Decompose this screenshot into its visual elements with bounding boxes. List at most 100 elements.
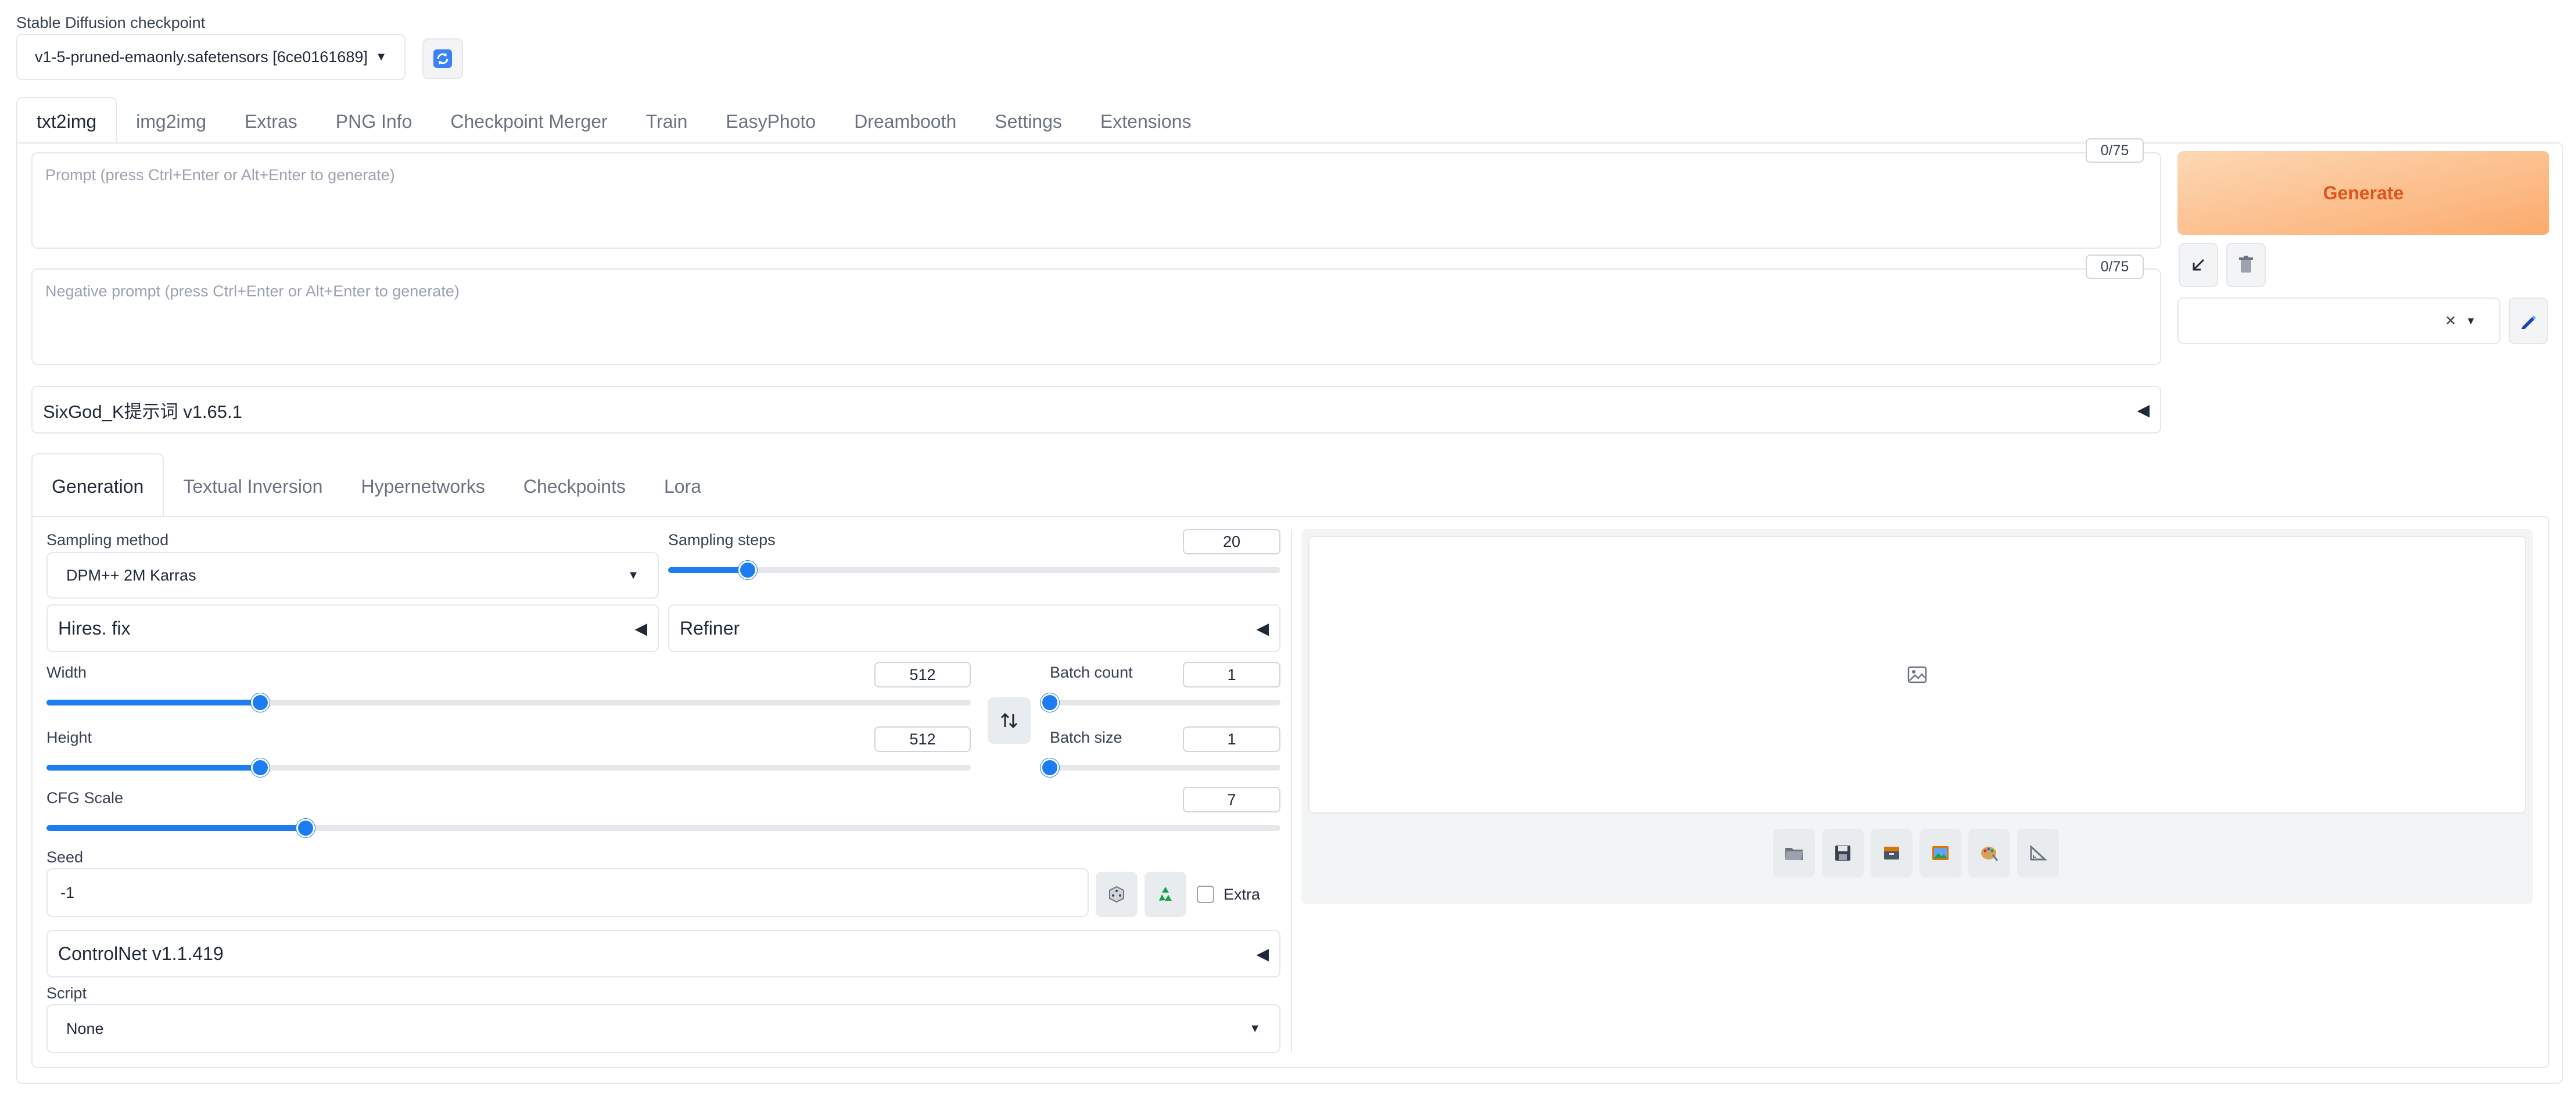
sampling-steps-slider[interactable]: [668, 561, 1280, 579]
send-to-img2img-button[interactable]: [1920, 829, 1961, 877]
clear-prompt-button[interactable]: [2226, 243, 2266, 287]
dice-icon: [1109, 886, 1124, 903]
generate-button[interactable]: Generate: [2177, 151, 2549, 235]
edit-styles-button[interactable]: [2509, 298, 2548, 344]
send-to-inpaint-button[interactable]: [1968, 829, 2010, 877]
collapse-triangle-icon: ◀: [1256, 619, 1269, 637]
swap-arrows-icon: [1000, 712, 1018, 729]
sampling-method-select[interactable]: DPM++ 2M Karras ▼: [46, 552, 659, 599]
tab-easyphoto[interactable]: EasyPhoto: [706, 98, 835, 145]
batch-count-label: Batch count: [1050, 664, 1133, 681]
batch-count-input[interactable]: 1: [1183, 662, 1280, 687]
read-params-button[interactable]: [2179, 243, 2218, 287]
sub-tab-bar: Generation Textual Inversion Hypernetworks…: [31, 453, 720, 517]
floppy-disk-icon: [1835, 846, 1850, 861]
tab-settings[interactable]: Settings: [975, 98, 1081, 145]
swap-dimensions-button[interactable]: [988, 697, 1031, 744]
hires-fix-accordion[interactable]: Hires. fix ◀: [46, 604, 659, 652]
seed-label: Seed: [46, 848, 84, 866]
pencil-icon: [2521, 316, 2536, 329]
script-value: None: [66, 1019, 104, 1037]
seed-input[interactable]: -1: [46, 868, 1089, 917]
collapse-triangle-icon: ◀: [1256, 944, 1269, 963]
styles-select[interactable]: ✕ ▼: [2177, 298, 2500, 344]
slider-thumb[interactable]: [1041, 693, 1059, 712]
tab-checkpoint-merger[interactable]: Checkpoint Merger: [431, 98, 626, 145]
tab-dreambooth[interactable]: Dreambooth: [835, 98, 975, 145]
send-to-extras-button[interactable]: [2017, 829, 2059, 877]
slider-thumb[interactable]: [296, 819, 315, 837]
prompt-input[interactable]: Prompt (press Ctrl+Enter or Alt+Enter to…: [31, 152, 2161, 249]
image-gallery: [1308, 536, 2526, 814]
picture-icon: [1932, 846, 1949, 860]
zip-button[interactable]: [1871, 829, 1913, 877]
extra-checkbox[interactable]: [1197, 886, 1214, 903]
chevron-down-icon: ▼: [375, 50, 387, 63]
tab-textual-inversion[interactable]: Textual Inversion: [164, 454, 342, 518]
tab-train[interactable]: Train: [627, 98, 707, 145]
archive-icon: [1884, 847, 1899, 859]
refiner-label: Refiner: [680, 617, 740, 639]
slider-thumb[interactable]: [1041, 758, 1059, 777]
hires-fix-label: Hires. fix: [58, 617, 131, 639]
width-slider[interactable]: [46, 693, 971, 712]
sampling-method-value: DPM++ 2M Karras: [66, 566, 196, 584]
tab-lora[interactable]: Lora: [645, 454, 720, 518]
arrow-down-left-icon: [2193, 259, 2205, 271]
sampling-steps-input[interactable]: 20: [1183, 529, 1280, 554]
clear-icon[interactable]: ✕: [2445, 313, 2456, 329]
folder-icon: [1785, 848, 1803, 860]
sixgod-label: SixGod_K提示词 v1.65.1: [43, 401, 242, 422]
column-divider: [1291, 529, 1292, 1052]
refiner-accordion[interactable]: Refiner ◀: [668, 604, 1280, 652]
cfg-scale-input[interactable]: 7: [1183, 787, 1280, 812]
slider-track: [668, 567, 1280, 573]
collapse-triangle-icon: ◀: [634, 619, 647, 637]
checkpoint-select[interactable]: v1-5-pruned-emaonly.safetensors [6ce0161…: [16, 34, 406, 80]
checkpoint-label: Stable Diffusion checkpoint: [16, 14, 206, 31]
tab-checkpoints[interactable]: Checkpoints: [504, 454, 645, 518]
main-tab-bar: txt2img img2img Extras PNG Info Checkpoint M…: [16, 97, 1210, 144]
tab-hypernetworks[interactable]: Hypernetworks: [342, 454, 504, 518]
trash-icon: [2239, 256, 2253, 273]
slider-thumb[interactable]: [250, 758, 270, 777]
cfg-scale-slider[interactable]: [46, 819, 1280, 837]
tab-img2img[interactable]: img2img: [117, 98, 225, 145]
chevron-down-icon: ▼: [2466, 314, 2476, 327]
triangle-ruler-icon: [2030, 844, 2047, 861]
collapse-triangle-icon: ◀: [2137, 400, 2150, 419]
reuse-seed-button[interactable]: [1145, 872, 1186, 917]
controlnet-label: ControlNet v1.1.419: [58, 943, 224, 964]
slider-track: [1050, 700, 1280, 705]
slider-thumb[interactable]: [250, 693, 270, 712]
tab-png-info[interactable]: PNG Info: [317, 98, 432, 145]
batch-size-slider[interactable]: [1041, 758, 1280, 777]
open-folder-button[interactable]: [1773, 829, 1815, 877]
slider-thumb[interactable]: [738, 561, 758, 579]
random-seed-button[interactable]: [1096, 872, 1138, 917]
chevron-down-icon: ▼: [1249, 1022, 1261, 1035]
script-select[interactable]: None ▼: [46, 1004, 1280, 1053]
refresh-button[interactable]: [422, 38, 463, 79]
refresh-icon: [433, 49, 452, 68]
negative-prompt-input[interactable]: Negative prompt (press Ctrl+Enter or Alt…: [31, 268, 2161, 365]
tab-txt2img[interactable]: txt2img: [16, 97, 117, 144]
palette-icon: [1981, 847, 1999, 861]
height-input[interactable]: 512: [874, 726, 971, 752]
sampling-method-label: Sampling method: [46, 531, 169, 549]
checkpoint-value: v1-5-pruned-emaonly.safetensors [6ce0161…: [35, 48, 368, 66]
script-label: Script: [46, 984, 87, 1002]
controlnet-accordion[interactable]: ControlNet v1.1.419 ◀: [46, 930, 1280, 977]
tab-extensions[interactable]: Extensions: [1081, 98, 1211, 145]
save-button[interactable]: [1822, 829, 1864, 877]
sixgod-accordion[interactable]: SixGod_K提示词 v1.65.1 ◀: [31, 386, 2161, 434]
batch-count-slider[interactable]: [1041, 693, 1280, 712]
height-slider[interactable]: [46, 758, 971, 777]
tab-generation[interactable]: Generation: [31, 453, 164, 517]
batch-size-input[interactable]: 1: [1183, 726, 1280, 752]
width-input[interactable]: 512: [874, 662, 971, 687]
slider-fill: [46, 700, 260, 705]
slider-track: [1050, 765, 1280, 771]
tab-extras[interactable]: Extras: [225, 98, 317, 145]
chevron-down-icon: ▼: [627, 568, 639, 582]
